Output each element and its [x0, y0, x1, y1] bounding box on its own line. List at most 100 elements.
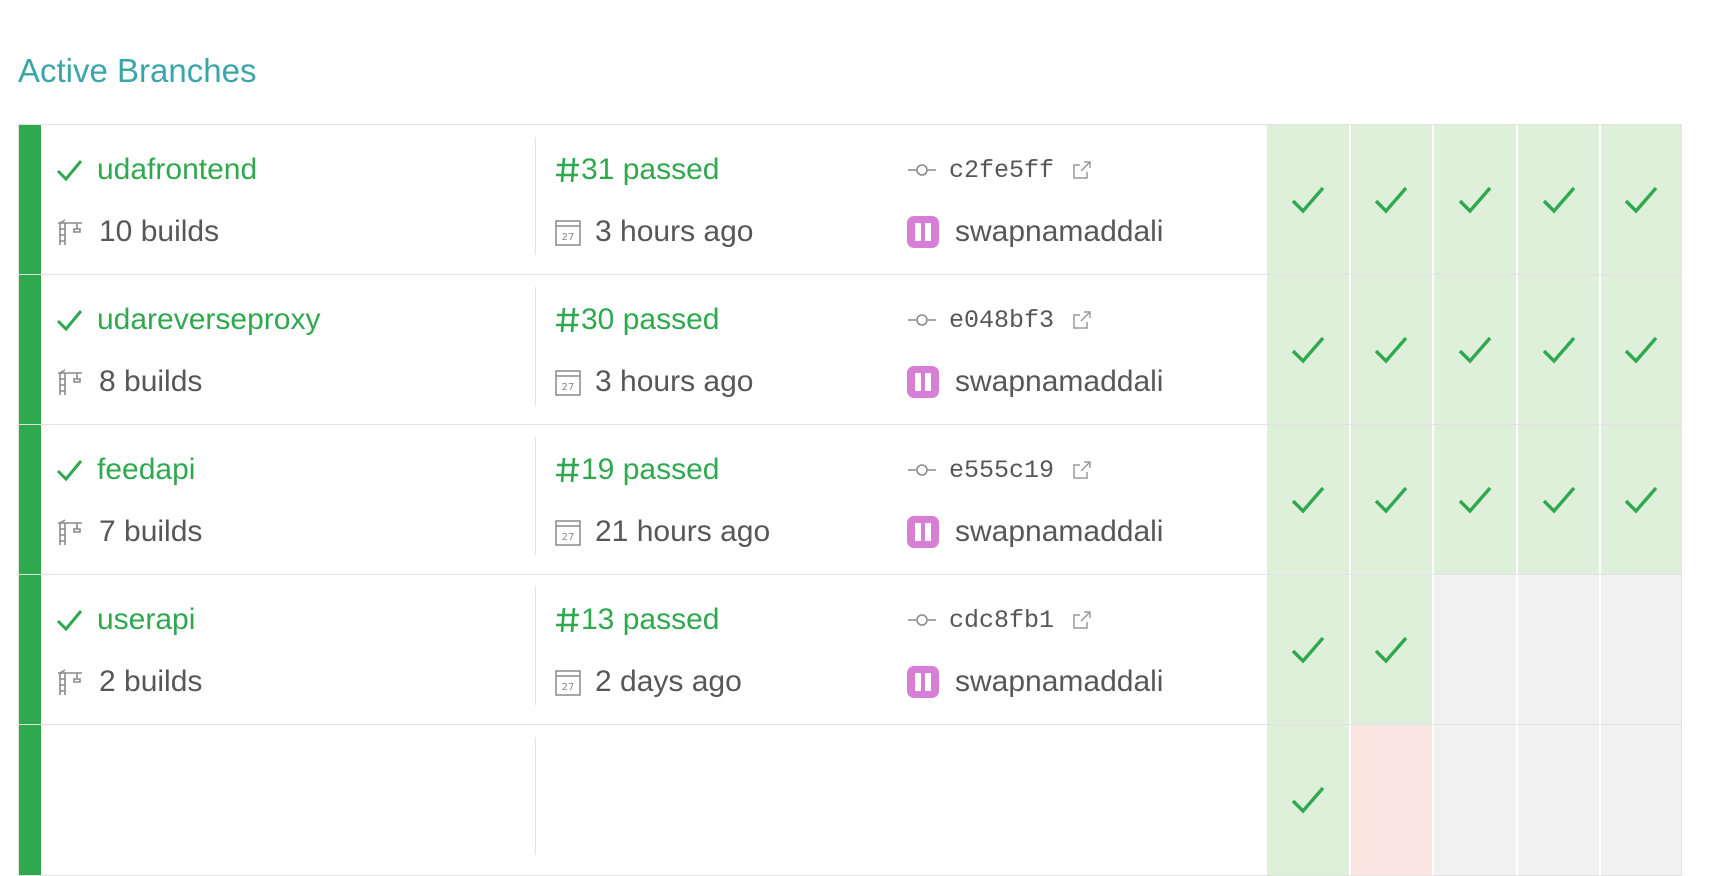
check-icon [1290, 784, 1326, 816]
build-history [1267, 125, 1681, 275]
commit-info: e555c19 swapnamaddali [907, 425, 1267, 575]
crane-icon [55, 217, 85, 247]
history-cell-empty [1434, 725, 1516, 875]
branch-row[interactable]: feedapi 7 builds 19 passed 27 21 hours a… [18, 424, 1682, 576]
branch-info: udafrontend 10 builds [55, 125, 555, 275]
check-icon [1290, 634, 1326, 666]
branch-name-link[interactable]: udareverseproxy [97, 303, 320, 337]
history-cell-passed[interactable] [1350, 125, 1433, 275]
svg-text:27: 27 [562, 532, 575, 543]
history-cell-empty [1601, 575, 1681, 725]
commit-sha-link[interactable]: cdc8fb1 [949, 606, 1054, 635]
column-divider [535, 737, 536, 855]
commit-info: cdc8fb1 swapnamaddali [907, 575, 1267, 725]
branch-name-link[interactable]: udafrontend [97, 153, 257, 187]
history-cell-passed[interactable] [1601, 125, 1681, 275]
external-link-icon[interactable] [1072, 310, 1092, 330]
check-icon [1290, 184, 1326, 216]
external-link-icon[interactable] [1072, 460, 1092, 480]
check-icon [1290, 334, 1326, 366]
history-cell-passed[interactable] [1350, 575, 1433, 725]
calendar-icon: 27 [555, 368, 581, 396]
build-time: 3 hours ago [595, 215, 754, 248]
build-history [1267, 575, 1681, 725]
history-cell-passed[interactable] [1601, 425, 1681, 575]
last-build: 13 passed 27 2 days ago [555, 575, 875, 725]
builds-count[interactable]: 8 builds [99, 365, 202, 399]
commit-icon [907, 162, 937, 178]
crane-icon [55, 367, 85, 397]
history-cell-passed[interactable] [1267, 125, 1349, 275]
history-cell-passed[interactable] [1267, 725, 1349, 875]
last-build: 30 passed 27 3 hours ago [555, 275, 875, 425]
branch-row[interactable]: userapi 2 builds 13 passed 27 2 days ago… [18, 574, 1682, 726]
status-stripe [19, 575, 41, 725]
check-icon [1373, 634, 1409, 666]
history-cell-empty [1434, 575, 1516, 725]
check-icon [55, 156, 83, 184]
build-status-link[interactable]: 19 passed [581, 453, 719, 487]
column-divider [535, 437, 536, 555]
commit-icon [907, 612, 937, 628]
svg-text:27: 27 [562, 382, 575, 393]
crane-icon [55, 667, 85, 697]
check-icon [1457, 184, 1493, 216]
history-cell-passed[interactable] [1517, 425, 1600, 575]
commit-sha-link[interactable]: e048bf3 [949, 306, 1054, 335]
author-avatar [907, 366, 939, 398]
build-status-link[interactable]: 30 passed [581, 303, 719, 337]
history-cell-passed[interactable] [1267, 425, 1349, 575]
branch-row[interactable]: udareverseproxy 8 builds 30 passed 27 3 … [18, 274, 1682, 426]
calendar-icon: 27 [555, 518, 581, 546]
history-cell-passed[interactable] [1267, 575, 1349, 725]
builds-count[interactable]: 7 builds [99, 515, 202, 549]
author-name: swapnamaddali [955, 665, 1164, 698]
hash-icon [555, 456, 581, 484]
history-cell-passed[interactable] [1350, 425, 1433, 575]
commit-sha-link[interactable]: c2fe5ff [949, 156, 1054, 185]
status-stripe [19, 425, 41, 575]
svg-text:27: 27 [562, 232, 575, 243]
history-cell-passed[interactable] [1601, 275, 1681, 425]
branch-name-link[interactable]: userapi [97, 603, 195, 637]
history-cell-passed[interactable] [1517, 125, 1600, 275]
external-link-icon[interactable] [1072, 160, 1092, 180]
history-cell-passed[interactable] [1434, 125, 1516, 275]
build-time: 3 hours ago [595, 365, 754, 398]
last-build: 31 passed 27 3 hours ago [555, 125, 875, 275]
history-cell-failed[interactable] [1350, 725, 1433, 875]
author-name: swapnamaddali [955, 215, 1164, 248]
page-title: Active Branches [18, 52, 257, 89]
check-icon [55, 606, 83, 634]
check-icon [1373, 334, 1409, 366]
history-cell-passed[interactable] [1434, 275, 1516, 425]
check-icon [1541, 184, 1577, 216]
history-cell-empty [1517, 575, 1600, 725]
author-avatar [907, 516, 939, 548]
status-stripe [19, 125, 41, 275]
author-name: swapnamaddali [955, 365, 1164, 398]
commit-icon [907, 312, 937, 328]
history-cell-passed[interactable] [1434, 425, 1516, 575]
commit-icon [907, 462, 937, 478]
builds-count[interactable]: 2 builds [99, 665, 202, 699]
check-icon [1457, 484, 1493, 516]
build-time: 21 hours ago [595, 515, 771, 548]
commit-info: e048bf3 swapnamaddali [907, 275, 1267, 425]
commit-sha-link[interactable]: e555c19 [949, 456, 1054, 485]
history-cell-passed[interactable] [1267, 275, 1349, 425]
build-status-link[interactable]: 13 passed [581, 603, 719, 637]
check-icon [1623, 334, 1659, 366]
branch-name-link[interactable]: feedapi [97, 453, 195, 487]
last-build: 19 passed 27 21 hours ago [555, 425, 875, 575]
build-status-link[interactable]: 31 passed [581, 153, 719, 187]
history-cell-passed[interactable] [1350, 275, 1433, 425]
branch-row[interactable]: 27 [18, 724, 1682, 876]
builds-count[interactable]: 10 builds [99, 215, 219, 249]
history-cell-passed[interactable] [1517, 275, 1600, 425]
svg-text:27: 27 [562, 682, 575, 693]
external-link-icon[interactable] [1072, 610, 1092, 630]
branch-row[interactable]: udafrontend 10 builds 31 passed 27 3 hou… [18, 124, 1682, 276]
check-icon [1373, 184, 1409, 216]
column-divider [535, 137, 536, 255]
